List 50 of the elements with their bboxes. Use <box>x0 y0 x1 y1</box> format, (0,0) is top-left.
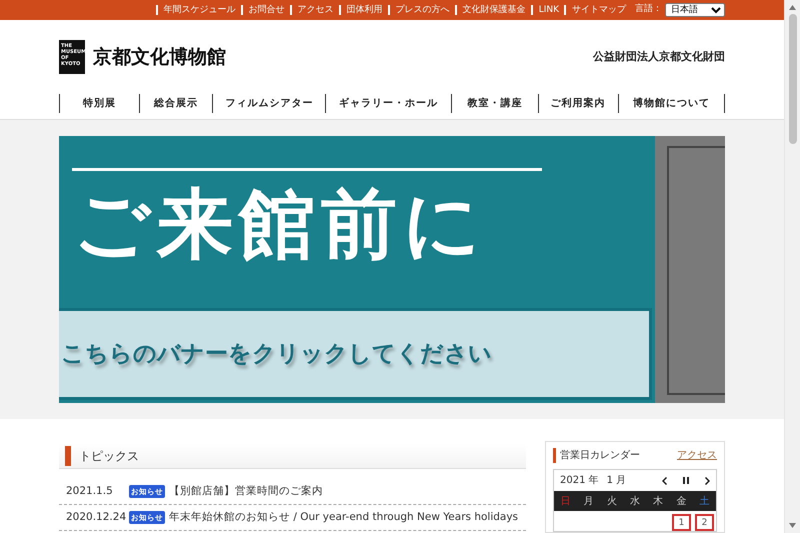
banner-panel[interactable]: ご来館前に こちらのバナーをクリックしてください <box>59 136 655 404</box>
topic-date: 2020.12.24 <box>65 510 128 525</box>
accent-bar <box>65 446 71 466</box>
nav-link[interactable]: フィルムシアター <box>212 94 326 114</box>
weekday-label: 土 <box>698 494 710 509</box>
banner-headline: ご来館前に <box>73 186 488 262</box>
calendar-year: 2021 年 <box>560 474 599 488</box>
previous-icon[interactable] <box>662 476 667 485</box>
nav-link[interactable]: 総合展示 <box>138 94 212 114</box>
top-link[interactable]: 年間スケジュール <box>156 4 241 15</box>
nav-link[interactable]: ご利用案内 <box>538 94 618 114</box>
topic-link[interactable]: 【別館店舗】営業時間のご案内 <box>169 484 323 500</box>
language-label: 言語： <box>635 3 662 16</box>
weekday-label: 火 <box>606 494 618 509</box>
weekday-label: 月 <box>582 494 595 509</box>
banner-caption: こちらのバナーをクリックしてください <box>61 340 492 369</box>
weekday-label: 木 <box>652 494 664 509</box>
scrollbar[interactable] <box>784 0 800 533</box>
calendar-title: 営業日カレンダー <box>560 448 640 464</box>
nav-link[interactable]: 博物館について <box>618 94 725 114</box>
nav-link[interactable]: 特別展 <box>59 94 139 114</box>
next-icon[interactable] <box>705 476 710 485</box>
top-link[interactable]: お問合せ <box>240 4 290 15</box>
language-select[interactable]: 日本語 <box>665 2 725 17</box>
nav-link[interactable]: 教室・講座 <box>451 94 538 114</box>
scrollbar-thumb[interactable] <box>788 14 796 144</box>
scroll-down-icon[interactable] <box>789 523 796 528</box>
nav-link[interactable]: ギャラリー・ホール <box>325 94 452 114</box>
calendar-month: 1 月 <box>606 474 626 488</box>
pause-icon[interactable] <box>683 477 689 484</box>
top-link[interactable]: アクセス <box>290 4 339 15</box>
weekday-label: 水 <box>628 494 641 509</box>
section-title: トピックス <box>79 448 139 465</box>
calendar-date[interactable]: 2 <box>695 514 714 532</box>
calendar-date[interactable]: 1 <box>672 514 691 532</box>
weekday-label: 金 <box>675 494 688 509</box>
top-link[interactable]: サイトマップ <box>564 4 631 15</box>
accent-bar <box>553 448 556 464</box>
top-link[interactable]: 文化財保護基金 <box>454 4 531 15</box>
museum-name[interactable]: 京都文化博物館 <box>93 42 226 72</box>
foundation-name[interactable]: 公益財団法人京都文化財団 <box>593 48 725 66</box>
weekday-label: 日 <box>560 494 572 509</box>
topic-link[interactable]: 年末年始休館のお知らせ / Our year-end through New Years holidays <box>169 510 518 526</box>
slide-panel[interactable] <box>655 136 725 404</box>
top-link[interactable]: プレスの方へ <box>388 4 455 15</box>
top-link[interactable]: 団体利用 <box>338 4 388 15</box>
top-link[interactable]: LINK <box>530 4 564 15</box>
scroll-up-icon[interactable] <box>789 5 796 10</box>
access-link[interactable]: アクセス <box>677 448 717 464</box>
topic-date: 2021.1.5 <box>65 484 114 499</box>
